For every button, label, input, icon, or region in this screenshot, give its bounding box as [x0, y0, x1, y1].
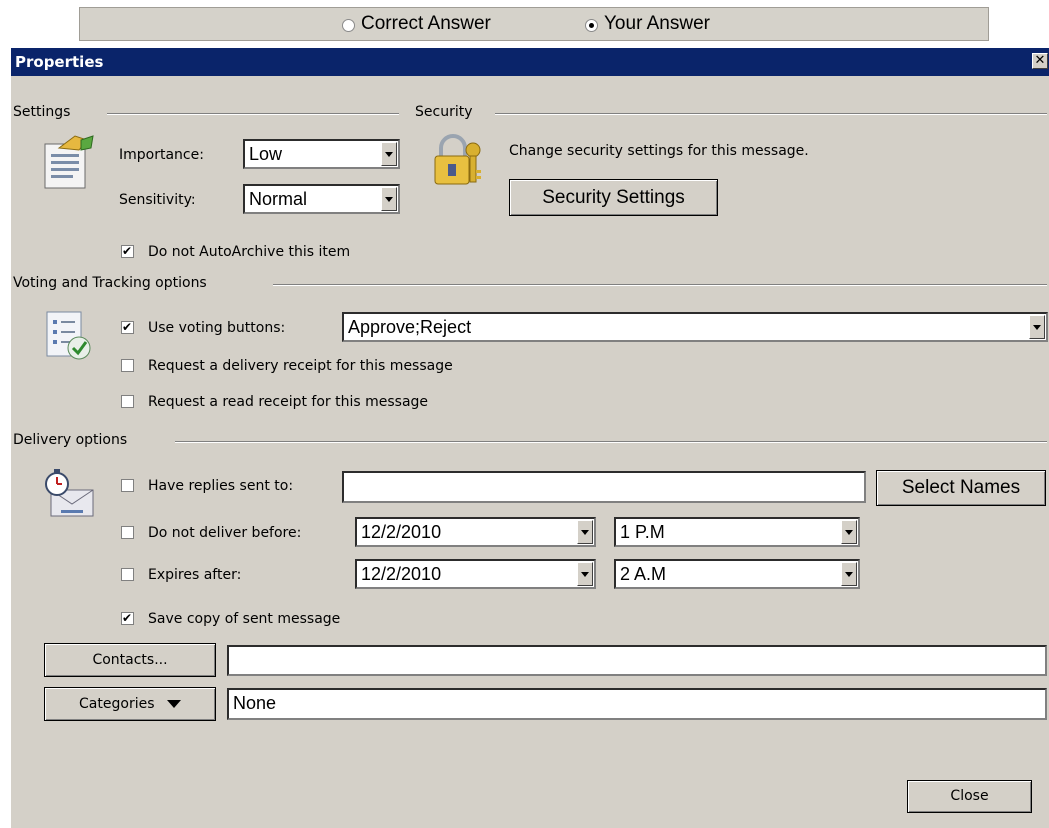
- voting-buttons-select[interactable]: Approve;Reject: [342, 312, 1048, 342]
- voting-divider: [273, 284, 1047, 286]
- autoarchive-checkbox[interactable]: [121, 243, 134, 259]
- properties-dialog: Properties ✕ Settings Importance: Low Se…: [10, 48, 1049, 828]
- security-settings-button[interactable]: Security Settings: [509, 179, 718, 216]
- delivery-group-label: Delivery options: [13, 432, 128, 448]
- delivery-receipt-checkbox[interactable]: [121, 359, 134, 372]
- sensitivity-label: Sensitivity:: [119, 192, 196, 208]
- sensitivity-value: Normal: [249, 189, 308, 209]
- security-group-label: Security: [415, 104, 473, 120]
- categories-input[interactable]: None: [227, 688, 1047, 720]
- security-settings-label: Security Settings: [542, 187, 685, 208]
- categories-button[interactable]: Categories: [44, 687, 216, 721]
- close-button[interactable]: Close: [907, 780, 1032, 813]
- chevron-down-icon[interactable]: [841, 562, 857, 586]
- close-icon[interactable]: ✕: [1032, 53, 1048, 69]
- use-voting-label[interactable]: Use voting buttons:: [148, 320, 285, 336]
- categories-value: None: [233, 693, 277, 713]
- importance-value: Low: [249, 144, 283, 164]
- chevron-down-icon[interactable]: [1029, 315, 1045, 339]
- read-receipt-label[interactable]: Request a read receipt for this message: [148, 394, 428, 410]
- settings-group-label: Settings: [13, 104, 71, 120]
- title-bar: Properties ✕: [11, 48, 1049, 76]
- voting-group-label: Voting and Tracking options: [13, 275, 207, 291]
- delivery-receipt-label[interactable]: Request a delivery receipt for this mess…: [148, 358, 453, 374]
- correct-answer-radio[interactable]: [342, 19, 355, 32]
- lock-key-icon: [434, 134, 481, 185]
- close-button-label: Close: [950, 788, 989, 804]
- security-divider: [495, 113, 1047, 115]
- correct-answer-label[interactable]: Correct Answer: [361, 13, 491, 35]
- expires-date-value: 12/2/2010: [361, 564, 442, 584]
- contacts-button[interactable]: Contacts...: [44, 643, 216, 677]
- do-not-deliver-checkbox[interactable]: [121, 526, 134, 539]
- deliver-time-value: 1 P.M: [620, 522, 665, 542]
- voting-value: Approve;Reject: [348, 317, 472, 337]
- chevron-down-icon[interactable]: [577, 520, 593, 544]
- importance-label: Importance:: [119, 147, 204, 163]
- do-not-deliver-label[interactable]: Do not deliver before:: [148, 525, 301, 541]
- caret-down-icon: [166, 700, 181, 708]
- expires-time-value: 2 A.M: [620, 564, 667, 584]
- expires-date-select[interactable]: 12/2/2010: [355, 559, 596, 589]
- security-description: Change security settings for this messag…: [509, 143, 809, 159]
- chevron-down-icon[interactable]: [381, 187, 397, 211]
- voting-icon: [46, 311, 91, 360]
- message-settings-icon: [44, 135, 94, 189]
- expires-time-select[interactable]: 2 A.M: [614, 559, 860, 589]
- deliver-time-select[interactable]: 1 P.M: [614, 517, 860, 547]
- contacts-button-label: Contacts...: [92, 652, 168, 668]
- have-replies-label[interactable]: Have replies sent to:: [148, 478, 293, 494]
- categories-button-label: Categories: [79, 696, 155, 712]
- chevron-down-icon[interactable]: [841, 520, 857, 544]
- save-copy-checkbox[interactable]: [121, 610, 134, 626]
- replies-to-input[interactable]: [342, 471, 866, 503]
- expires-after-label[interactable]: Expires after:: [148, 567, 241, 583]
- save-copy-label[interactable]: Save copy of sent message: [148, 611, 340, 627]
- chevron-down-icon[interactable]: [381, 142, 397, 166]
- expires-after-checkbox[interactable]: [121, 568, 134, 581]
- chevron-down-icon[interactable]: [577, 562, 593, 586]
- importance-select[interactable]: Low: [243, 139, 400, 169]
- dialog-title: Properties: [15, 53, 104, 71]
- select-names-label: Select Names: [901, 477, 1021, 498]
- settings-divider: [107, 113, 399, 115]
- deliver-date-value: 12/2/2010: [361, 522, 442, 542]
- contacts-input[interactable]: [227, 645, 1047, 676]
- have-replies-checkbox[interactable]: [121, 479, 134, 492]
- delivery-timer-icon: [45, 469, 94, 517]
- answer-toggle-bar: Correct Answer Your Answer: [79, 7, 989, 41]
- autoarchive-label[interactable]: Do not AutoArchive this item: [148, 244, 350, 260]
- your-answer-label[interactable]: Your Answer: [604, 13, 710, 35]
- deliver-date-select[interactable]: 12/2/2010: [355, 517, 596, 547]
- sensitivity-select[interactable]: Normal: [243, 184, 400, 214]
- use-voting-checkbox[interactable]: [121, 319, 134, 335]
- your-answer-radio[interactable]: [585, 19, 598, 32]
- delivery-divider: [175, 441, 1047, 443]
- select-names-button[interactable]: Select Names: [876, 470, 1046, 506]
- read-receipt-checkbox[interactable]: [121, 395, 134, 408]
